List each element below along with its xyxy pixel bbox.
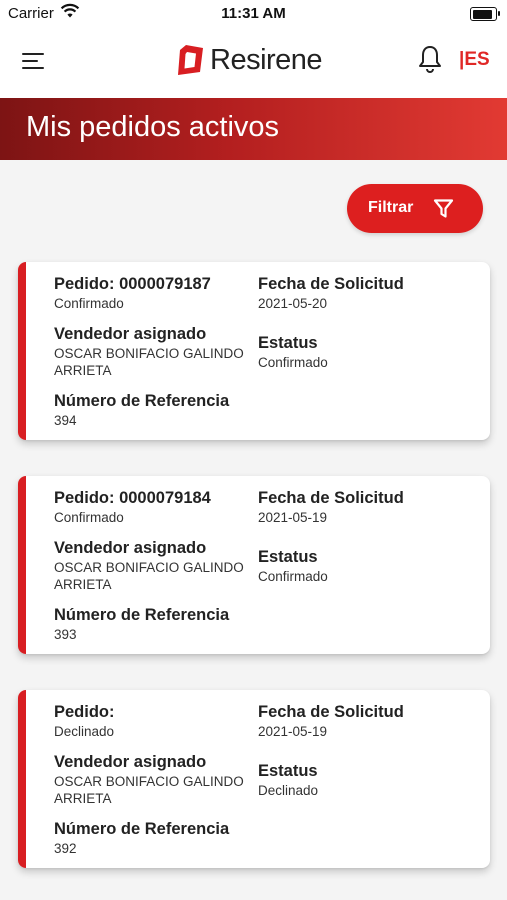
seller-name: OSCAR BONIFACIO GALINDO ARRIETA xyxy=(54,346,244,378)
seller-name: OSCAR BONIFACIO GALINDO ARRIETA xyxy=(54,774,244,806)
seller-label: Vendedor asignado xyxy=(54,325,207,343)
reference-value: 393 xyxy=(54,627,77,642)
status-label: Estatus xyxy=(258,548,318,566)
battery-icon xyxy=(470,7,500,21)
order-status-value: Confirmado xyxy=(54,510,124,525)
order-card-accent xyxy=(18,690,26,868)
status-value: Confirmado xyxy=(258,569,328,584)
order-status-value: Declinado xyxy=(54,724,115,739)
status-value: Confirmado xyxy=(258,355,328,370)
request-date-value: 2021-05-19 xyxy=(258,510,328,525)
menu-icon[interactable] xyxy=(22,50,48,74)
status-value: Declinado xyxy=(258,783,319,798)
logo-text: Resirene xyxy=(210,43,323,76)
order-number-label: Pedido: xyxy=(54,703,115,721)
order-card[interactable]: Pedido: 0000079184 Confirmado Fecha de S… xyxy=(18,476,490,654)
status-label: Estatus xyxy=(258,762,318,780)
filter-icon xyxy=(433,199,454,218)
request-date-label: Fecha de Solicitud xyxy=(258,703,404,721)
request-date-label: Fecha de Solicitud xyxy=(258,489,404,507)
page-banner: Mis pedidos activos xyxy=(0,98,507,160)
order-card-accent xyxy=(18,262,26,440)
language-switch[interactable]: |ES xyxy=(459,49,490,71)
seller-label: Vendedor asignado xyxy=(54,539,207,557)
seller-label: Vendedor asignado xyxy=(54,753,207,771)
reference-value: 392 xyxy=(54,841,77,856)
filter-button-label: Filtrar xyxy=(368,199,414,216)
order-card-accent xyxy=(18,476,26,654)
reference-value: 394 xyxy=(54,413,77,428)
filter-button[interactable]: Filtrar xyxy=(347,184,483,233)
status-label: Estatus xyxy=(258,334,318,352)
status-time: 11:31 AM xyxy=(221,5,286,22)
resirene-logo-mark xyxy=(178,45,203,75)
request-date-label: Fecha de Solicitud xyxy=(258,275,404,293)
request-date-value: 2021-05-20 xyxy=(258,296,328,311)
request-date-value: 2021-05-19 xyxy=(258,724,328,739)
page-title: Mis pedidos activos xyxy=(26,111,280,143)
reference-label: Número de Referencia xyxy=(54,392,230,410)
order-number-label: Pedido: 0000079184 xyxy=(54,489,211,507)
order-status-value: Confirmado xyxy=(54,296,124,311)
app-logo: Resirene xyxy=(176,42,323,78)
status-bar: Carrier 11:31 AM xyxy=(0,0,507,28)
reference-label: Número de Referencia xyxy=(54,606,230,624)
order-card[interactable]: Pedido: Declinado Fecha de Solicitud 202… xyxy=(18,690,490,868)
reference-label: Número de Referencia xyxy=(54,820,230,838)
seller-name: OSCAR BONIFACIO GALINDO ARRIETA xyxy=(54,560,244,592)
order-number-label: Pedido: 0000079187 xyxy=(54,275,211,293)
order-card[interactable]: Pedido: 0000079187 Confirmado Fecha de S… xyxy=(18,262,490,440)
top-navbar: Resirene |ES xyxy=(0,28,507,98)
bell-icon[interactable] xyxy=(416,44,444,74)
